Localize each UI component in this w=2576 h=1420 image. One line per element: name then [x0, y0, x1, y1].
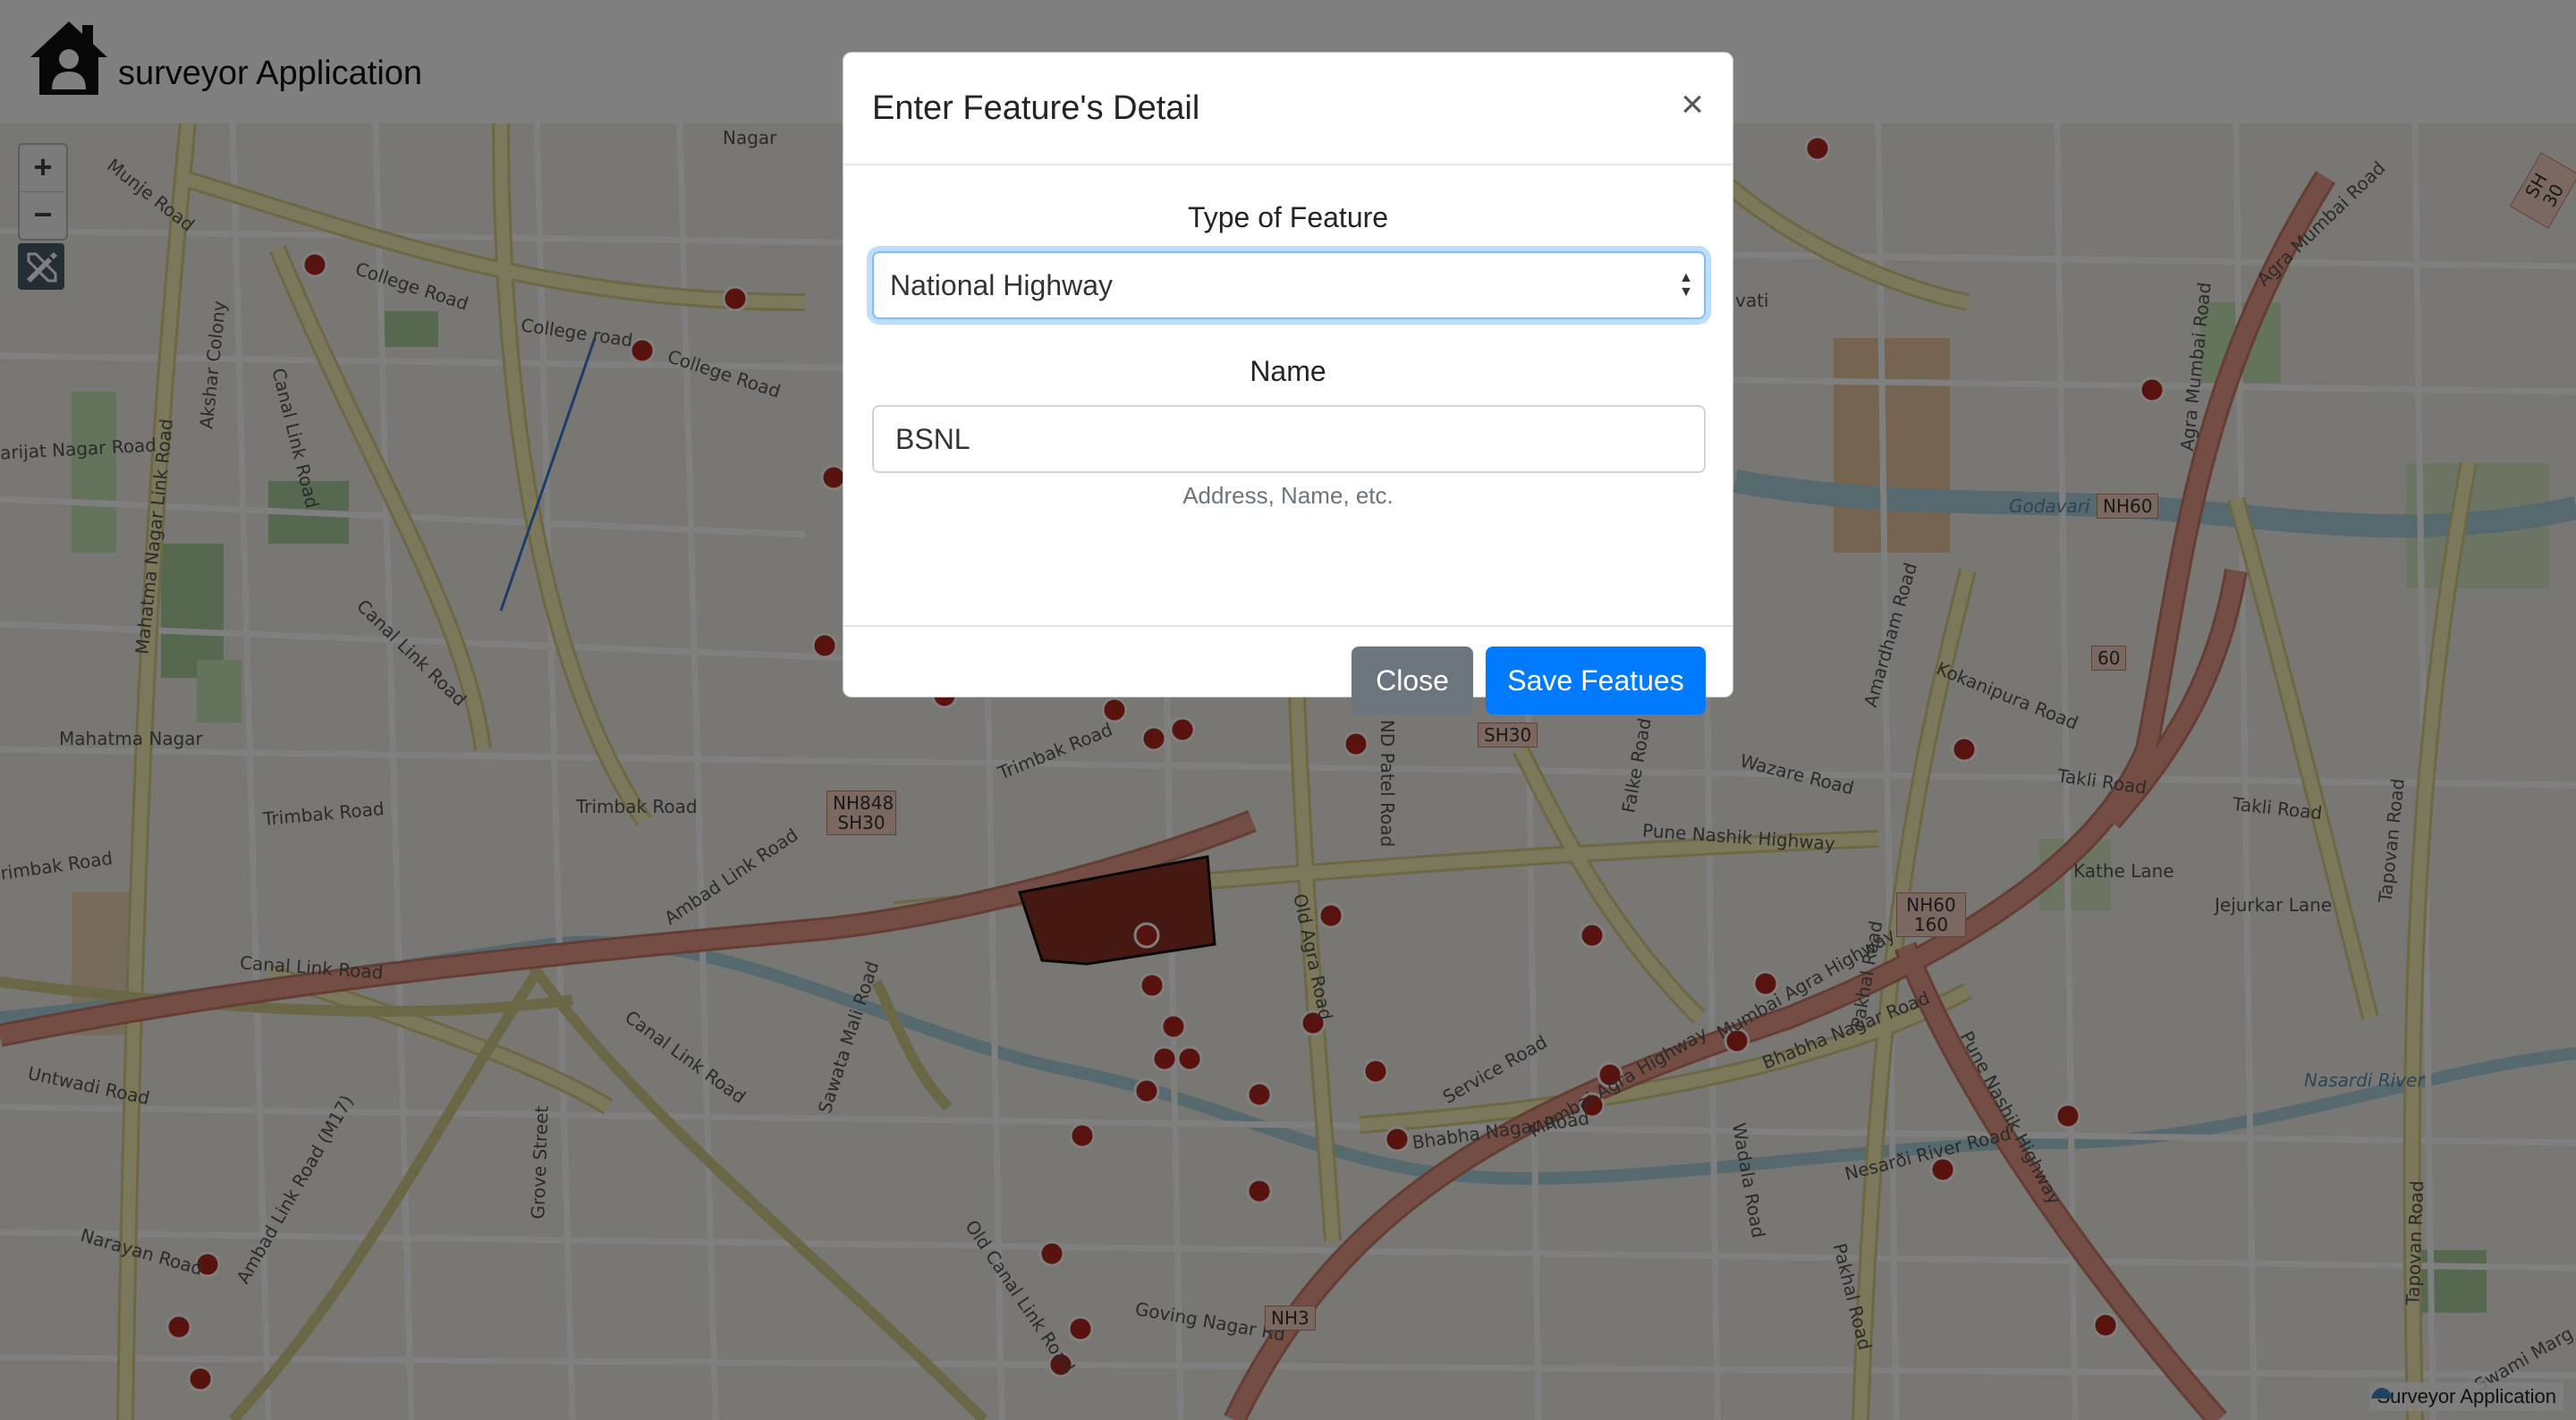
name-help-text: Address, Name, etc. [1182, 482, 1394, 509]
close-icon[interactable]: × [1681, 85, 1704, 124]
modal-title: Enter Feature's Detail [872, 89, 1200, 127]
modal-body: Type of Feature National Highway ▲ ▼ Name… [843, 165, 1733, 627]
save-features-button[interactable]: Save Featues [1486, 647, 1706, 714]
type-of-feature-label: Type of Feature [1187, 201, 1389, 233]
name-label: Name [1250, 355, 1326, 387]
feature-detail-modal: Enter Feature's Detail × Type of Feature… [843, 52, 1733, 714]
name-input[interactable]: BSNL [872, 405, 1706, 473]
modal-header: Enter Feature's Detail × [843, 53, 1733, 165]
select-arrows-icon: ▲ ▼ [1679, 270, 1693, 300]
feature-type-selected-value: National Highway [890, 269, 1114, 301]
feature-type-select[interactable]: National Highway ▲ ▼ [872, 251, 1706, 319]
modal-footer: Close Save Featues [843, 627, 1733, 714]
close-button[interactable]: Close [1352, 647, 1473, 714]
